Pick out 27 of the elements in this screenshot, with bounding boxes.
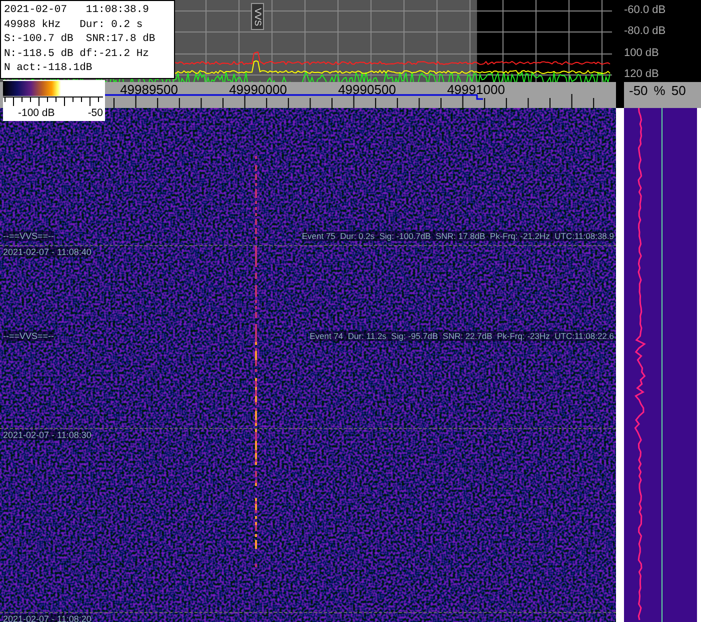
marker-label: VVS [252,8,262,26]
frequency-label: 49990500 [338,82,396,97]
time-mark-label: 2021-02-07 - 11:08:40 [3,247,92,257]
db-label: -60.0 dB [624,4,667,17]
scale-label: -100 dB [18,107,55,119]
frequency-label: 49989500 [120,82,178,97]
db-label: 100 dB [624,46,660,60]
event-info-text: Event 74 Dur: 11.2s Sig: -95.7dB SNR: 22.7dB Pk-Frq: -23Hz UTC:11:08:22.6 [310,331,614,341]
info-line: N:-118.5 dB df:-21.2 Hz [4,46,150,62]
time-mark-label: 2021-02-07 - 11:08:20 [3,614,92,622]
scale-label: -50 [88,107,103,119]
info-line: S:-100.7 dB SNR:17.8 dB [4,32,156,47]
event-marker-label: --==VVS==-- [3,231,54,241]
db-label: 120 dB [624,68,660,81]
level-scale-label: 50 [671,83,686,98]
time-mark-label: 2021-02-07 - 11:08:30 [3,430,92,440]
level-scale-label: -50 [629,83,648,98]
event-marker-label: --==VVS==-- [3,331,54,341]
info-line: 2021-02-07 11:08:38.9 [4,3,150,18]
level-scale-label: % [654,83,666,98]
color-gradient-bar [3,81,61,96]
frequency-label: 49991000 [447,82,505,97]
info-line: N act:-118.1dB [4,61,94,76]
info-line: 49988 kHz Dur: 0.2 s [4,18,144,32]
frequency-label: 49990000 [229,82,287,97]
db-label: -80.0 dB [624,25,667,38]
event-info-text: Event 75 Dur: 0.2s Sig: -100.7dB SNR: 17.8dB Pk-Frq: -21.2Hz UTC:11:08:38.9 [302,231,614,241]
